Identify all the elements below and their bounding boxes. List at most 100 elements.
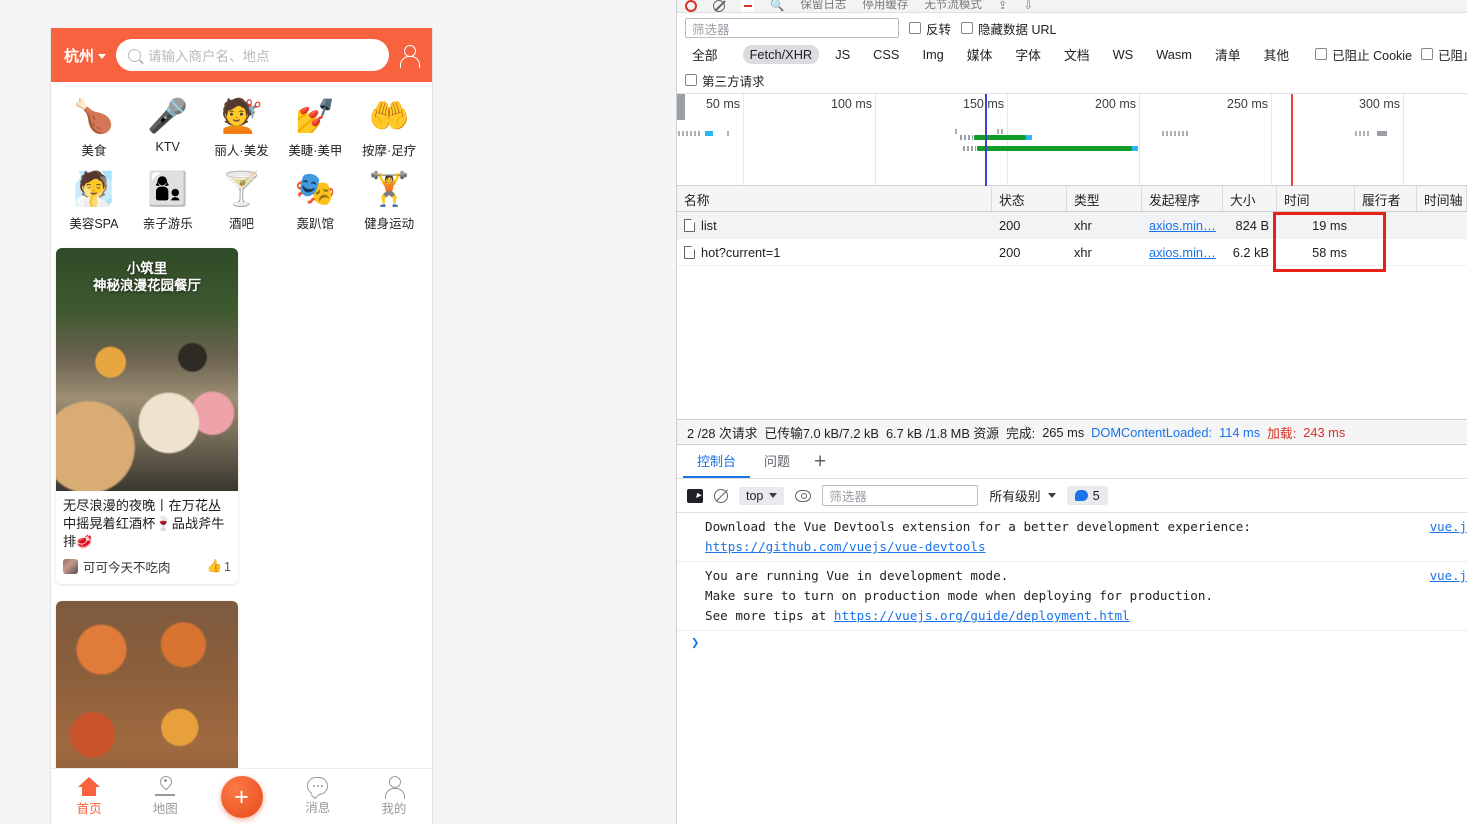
record-button[interactable] [685,0,697,12]
initiator-link[interactable]: axios.min… [1149,245,1216,260]
column-header-time[interactable]: 时间 [1277,186,1355,211]
throttle-select[interactable]: 无节流模式 [924,0,982,12]
category-item-bar[interactable]: 🍸 酒吧 [205,163,279,236]
category-item-meishi[interactable]: 🍗 美食 [57,90,131,163]
like-control[interactable]: 👍 1 [206,559,231,574]
clear-icon[interactable] [713,0,725,12]
checkbox-box[interactable] [1315,48,1328,60]
table-row[interactable]: list 200 xhr axios.min… 824 B 19 ms [677,212,1467,239]
cell-name[interactable]: hot?current=1 [677,239,992,266]
category-item-kids[interactable]: 👩‍👦 亲子游乐 [131,163,205,236]
column-header-waterfall[interactable]: 时间轴 [1417,186,1467,211]
add-panel-icon[interactable]: + [804,451,836,472]
tab-issues[interactable]: 问题 [750,445,804,478]
message-source-link[interactable]: vue.j [1430,517,1467,537]
initiator-link[interactable]: axios.min… [1149,218,1216,233]
preserve-log-checkbox[interactable]: 保留日志 [800,0,846,12]
category-item-nails[interactable]: 💅 美睫·美甲 [278,90,352,163]
table-row[interactable]: hot?current=1 200 xhr axios.min… 6.2 kB … [677,239,1467,266]
cell-initiator[interactable]: axios.min… [1142,239,1223,266]
log-level-selector[interactable]: 所有级别 [989,486,1056,505]
message-link-line[interactable]: https://github.com/vuejs/vue-devtools [705,537,1467,557]
blocked-cookies-checkbox[interactable]: 已阻止 Cookie [1315,45,1412,64]
type-filter-ws[interactable]: WS [1106,45,1141,64]
category-item-spa[interactable]: 🧖 美容SPA [57,163,131,236]
drawer-tab-bar: 控制台 问题 + [677,445,1467,479]
console-filter-input[interactable]: 筛选器 [822,485,979,506]
type-filter-manifest[interactable]: 清单 [1208,43,1248,66]
tab-profile[interactable]: 我的 [356,776,432,817]
live-expression-icon[interactable] [795,489,812,502]
city-selector[interactable]: 杭州 [64,45,107,66]
message-line-with-link[interactable]: See more tips at https://vuejs.org/guide… [705,606,1467,626]
import-har-icon[interactable]: ⇪ [998,0,1008,12]
export-har-icon[interactable]: ⇩ [1023,0,1033,12]
feed-card[interactable]: 小筑里 神秘浪漫花园餐厅 无尽浪漫的夜晚丨在万花丛中摇晃着红酒杯🍷品战斧牛排🥩 可… [56,248,238,584]
cell-initiator[interactable]: axios.min… [1142,212,1223,239]
prompt-chevron-icon: ❯ [691,635,700,651]
column-header-size[interactable]: 大小 [1223,186,1277,211]
console-message[interactable]: vue.j You are running Vue in development… [677,562,1467,631]
console-sidebar-icon[interactable]: ▸ [687,488,703,503]
stop-icon[interactable] [741,0,754,12]
message-count-badge[interactable]: 5 [1066,486,1108,505]
overview-minor-bar [997,129,1003,134]
type-filter-media[interactable]: 媒体 [960,43,1000,66]
console-prompt[interactable]: ❯ [677,631,1467,655]
column-header-initiator[interactable]: 发起程序 [1142,186,1223,211]
category-item-fitness[interactable]: 🏋 健身运动 [352,163,426,236]
profile-icon[interactable] [399,45,420,68]
type-filter-img[interactable]: Img [915,45,950,64]
search-placeholder: 请输入商户名、地点 [148,49,270,64]
blocked-requests-checkbox[interactable]: 已阻止请求 [1421,45,1467,64]
third-party-checkbox[interactable]: 第三方请求 [685,71,765,90]
type-filter-all[interactable]: 全部 [685,43,725,66]
search-icon[interactable]: 🔍 [770,0,784,12]
checkbox-box[interactable] [909,22,921,34]
network-overview-timeline[interactable]: 50 ms 100 ms 150 ms 200 ms 250 ms 300 ms [677,94,1467,186]
network-filter-input[interactable]: 筛选器 [685,18,899,38]
type-filter-other[interactable]: 其他 [1257,43,1297,66]
disable-cache-checkbox[interactable]: 停用缓存 [862,0,908,12]
category-item-ktv[interactable]: 🎤 KTV [131,90,205,163]
type-filter-fetch-xhr[interactable]: Fetch/XHR [742,44,820,64]
type-filter-doc[interactable]: 文档 [1057,43,1097,66]
checkbox-box[interactable] [685,74,697,86]
type-filter-js[interactable]: JS [828,45,857,64]
tab-map[interactable]: 地图 [127,776,203,817]
category-item-party[interactable]: 🎭 轰趴馆 [278,163,352,236]
hide-data-urls-checkbox[interactable]: 隐藏数据 URL [961,19,1057,38]
search-input[interactable]: 请输入商户名、地点 [116,39,389,71]
column-header-name[interactable]: 名称 [677,186,992,211]
tab-home[interactable]: 首页 [51,776,127,817]
clear-console-icon[interactable] [714,488,728,503]
category-item-hair[interactable]: 💇 丽人·美发 [205,90,279,163]
message-source-link[interactable]: vue.j [1430,566,1467,586]
type-filter-wasm[interactable]: Wasm [1149,45,1199,64]
column-header-type[interactable]: 类型 [1067,186,1142,211]
tab-console[interactable]: 控制台 [683,445,751,478]
category-item-massage[interactable]: 🤲 按摩·足疗 [352,90,426,163]
tab-publish[interactable]: + [203,775,279,818]
cell-name[interactable]: list [677,212,992,239]
type-filter-css[interactable]: CSS [866,45,906,64]
console-message[interactable]: vue.j Download the Vue Devtools extensio… [677,513,1467,562]
overview-grabber-left[interactable] [677,94,685,120]
plus-icon: + [220,775,263,818]
checkbox-box[interactable] [1421,48,1434,60]
invert-checkbox[interactable]: 反转 [909,19,951,38]
column-header-fulfilled-by[interactable]: 履行者 [1355,186,1417,211]
vue-deployment-link[interactable]: https://vuejs.org/guide/deployment.html [834,608,1130,623]
category-label: 轰趴馆 [296,217,335,231]
cell-time: 58 ms [1312,244,1347,260]
request-name: hot?current=1 [701,244,781,260]
tab-messages[interactable]: 消息 [280,777,356,816]
photo-overlay-title: 小筑里 神秘浪漫花园餐厅 [93,261,201,293]
vue-devtools-link[interactable]: https://github.com/vuejs/vue-devtools [705,539,986,554]
column-header-status[interactable]: 状态 [992,186,1067,211]
microphone-icon: 🎤 [147,97,189,134]
type-filter-font[interactable]: 字体 [1008,43,1048,66]
network-table-body[interactable]: list 200 xhr axios.min… 824 B 19 ms hot?… [677,212,1467,419]
console-context-selector[interactable]: top [739,486,785,505]
checkbox-box[interactable] [961,22,974,34]
